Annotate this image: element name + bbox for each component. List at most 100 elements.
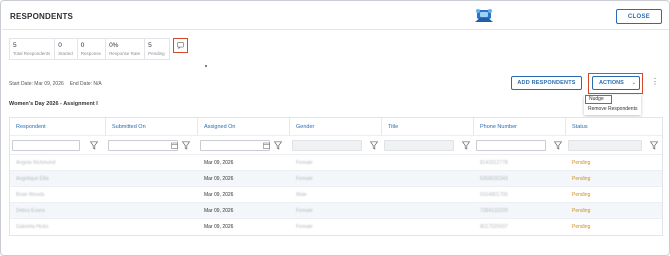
stats-bar: 5 Total Respondents 0 Started 0 Response… [9, 38, 170, 60]
table-row[interactable]: Angela Richmond Mar 09, 2026 Female 8143… [10, 155, 662, 171]
status-badge: Pending [572, 175, 591, 182]
table-header-row: Respondent Submitted On Assigned On Gend… [10, 118, 662, 136]
assignment-title: Women's Day 2026 - Assignment I [9, 101, 98, 107]
brand-logo-icon [475, 9, 493, 22]
filter-icon[interactable] [182, 141, 190, 150]
stat-pending: 5 Pending [145, 39, 169, 59]
assigned-on-cell: Mar 09, 2026 [204, 175, 234, 182]
assigned-on-cell: Mar 09, 2026 [204, 207, 234, 214]
assigned-on-filter-input[interactable] [200, 140, 270, 151]
respondent-cell: Brian Woods [16, 191, 45, 198]
submitted-on-cell [106, 203, 198, 218]
assigned-on-cell: Mar 09, 2026 [204, 224, 234, 230]
title-cell [382, 155, 474, 170]
phone-number-cell: 6358030343 [480, 175, 508, 182]
actions-button[interactable]: ACTIONS ⌄ [592, 76, 640, 90]
column-header-status[interactable]: Status [566, 118, 664, 135]
filter-icon[interactable] [90, 141, 98, 150]
calendar-icon[interactable] [263, 142, 270, 149]
respondent-cell: Angelique Ellis [16, 175, 49, 182]
dialog-title: RESPONDENTS [10, 12, 74, 21]
dot-separator [205, 65, 207, 67]
respondent-cell: Gabriela Hicks [16, 224, 49, 230]
status-badge: Pending [572, 207, 591, 214]
filter-icon[interactable] [650, 141, 658, 150]
table-row[interactable]: Angelique Ellis Mar 09, 2026 Female 6358… [10, 171, 662, 187]
gender-cell: Female [296, 224, 313, 230]
stat-total-respondents: 5 Total Respondents [10, 39, 56, 59]
column-header-gender[interactable]: Gender [290, 118, 382, 135]
respondents-dialog: RESPONDENTS CLOSE 5 Total Respondents 0 … [0, 0, 670, 256]
gender-cell: Female [296, 175, 313, 182]
end-date: End Date: N/A [69, 81, 102, 87]
column-header-respondent[interactable]: Respondent [10, 118, 106, 135]
phone-number-filter-input[interactable] [476, 140, 546, 151]
assigned-on-cell: Mar 09, 2026 [204, 191, 234, 198]
stat-label: Total Respondents [13, 51, 51, 56]
start-date: Start Date: Mar 09, 2026 [9, 81, 64, 87]
column-header-title[interactable]: Title [382, 118, 474, 135]
calendar-icon[interactable] [171, 142, 178, 149]
filter-icon[interactable] [554, 141, 562, 150]
stat-started: 0 Started [55, 39, 78, 59]
phone-number-cell: 9164801700 [480, 191, 508, 198]
message-icon [177, 42, 184, 49]
stat-value: 0% [109, 42, 119, 49]
submitted-on-cell [106, 187, 198, 202]
stat-value: 5 [13, 42, 17, 49]
stat-value: 0 [58, 42, 62, 49]
stat-label: Pending [148, 51, 165, 56]
date-range: Start Date: Mar 09, 2026 End Date: N/A [9, 81, 102, 87]
status-badge: Pending [572, 224, 591, 230]
title-cell [382, 219, 474, 235]
respondent-cell: Angela Richmond [16, 159, 56, 166]
status-badge: Pending [572, 159, 591, 166]
filter-icon[interactable] [462, 141, 470, 150]
filter-row [10, 136, 662, 155]
phone-number-cell: 8017025937 [480, 224, 508, 230]
gender-cell: Male [296, 191, 307, 198]
title-filter-input[interactable] [384, 140, 454, 151]
submitted-on-filter-input[interactable] [108, 140, 178, 151]
table-row[interactable]: Gabriela Hicks Mar 09, 2026 Female 80170… [10, 219, 662, 235]
menu-item-nudge[interactable]: Nudge [585, 95, 612, 104]
title-cell [382, 203, 474, 218]
stat-value: 0 [80, 42, 85, 49]
column-header-phone-number[interactable]: Phone Number [474, 118, 566, 135]
gender-cell: Female [296, 159, 313, 166]
stat-response-rate: 0% Response Rate [106, 39, 146, 59]
title-cell [382, 187, 474, 202]
submitted-on-cell [106, 155, 198, 170]
actions-menu: Nudge Remove Respondents [584, 95, 641, 115]
stat-label: Started [58, 51, 73, 56]
filter-icon[interactable] [370, 141, 378, 150]
actions-label: ACTIONS [599, 80, 624, 86]
submitted-on-cell [106, 171, 198, 186]
dialog-header: RESPONDENTS CLOSE [2, 2, 669, 30]
add-respondents-button[interactable]: ADD RESPONDENTS [511, 76, 582, 90]
title-cell [382, 171, 474, 186]
stat-response: 0 Response [78, 39, 107, 59]
table-row[interactable]: Brian Woods Mar 09, 2026 Male 9164801700… [10, 187, 662, 203]
respondents-table: Respondent Submitted On Assigned On Gend… [9, 117, 663, 236]
assigned-on-cell: Mar 09, 2026 [204, 159, 234, 166]
close-button[interactable]: CLOSE [616, 9, 662, 24]
stat-label: Response [80, 51, 102, 56]
gender-cell: Female [296, 207, 313, 214]
column-header-assigned-on[interactable]: Assigned On [198, 118, 290, 135]
filter-icon[interactable] [274, 141, 282, 150]
status-filter-input[interactable] [568, 140, 642, 151]
status-badge: Pending [572, 191, 591, 198]
respondent-filter-input[interactable] [12, 140, 80, 151]
phone-number-cell: 8143312778 [480, 159, 508, 166]
gender-filter-input[interactable] [292, 140, 362, 151]
chevron-down-icon: ⌄ [631, 80, 636, 86]
table-row[interactable]: Debra Evans Mar 09, 2026 Female 73841332… [10, 203, 662, 219]
menu-item-remove-respondents[interactable]: Remove Respondents [588, 106, 637, 112]
column-header-submitted-on[interactable]: Submitted On [106, 118, 198, 135]
stat-value: 5 [148, 42, 152, 49]
more-options-icon[interactable]: ⋮ [651, 78, 659, 86]
respondent-cell: Debra Evans [16, 207, 45, 214]
nudge-reminder-toggle[interactable] [173, 38, 188, 53]
stat-label: Response Rate [109, 51, 141, 56]
